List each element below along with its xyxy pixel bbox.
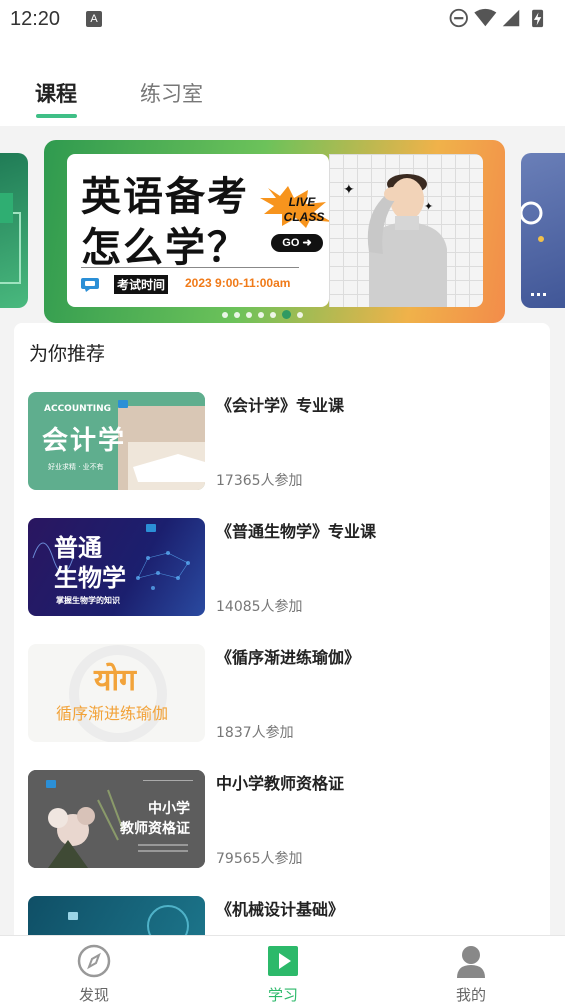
course-title: 中小学教师资格证 xyxy=(216,774,345,793)
thumb-caption: 好业求精 · 业不有 xyxy=(48,463,104,471)
nav-label: 我的 xyxy=(455,986,486,1004)
carousel-dot[interactable] xyxy=(246,311,252,318)
course-title: 《会计学》专业课 xyxy=(216,396,345,415)
live-text: LIVE xyxy=(289,195,317,209)
course-title: 《机械设计基础》 xyxy=(216,900,345,919)
thumb-subtitle: ACCOUNTING xyxy=(44,404,112,414)
compass-icon xyxy=(77,944,111,978)
carousel-dot-active[interactable] xyxy=(282,310,291,319)
nav-label: 发现 xyxy=(78,986,109,1004)
class-text: CLASS xyxy=(284,210,325,224)
tab-courses[interactable]: 课程 xyxy=(35,78,77,108)
carousel-dot[interactable] xyxy=(270,311,276,318)
live-class-badge: LIVE CLASS xyxy=(260,186,332,228)
signal-icon xyxy=(502,9,520,27)
thumb-subtitle: 循序渐进练瑜伽 xyxy=(56,704,169,723)
nav-mine[interactable]: 我的 xyxy=(431,944,511,1005)
course-item-accounting[interactable]: ACCOUNTING 会计学 好业求精 · 业不有 《会计学》专业课 17365… xyxy=(28,392,538,492)
banner-english-exam[interactable]: 英语备考 怎么学？ LIVE CLASS GO ➜ 考试时间 2023 9:00… xyxy=(44,140,505,323)
participant-count: 79565人参加 xyxy=(216,851,303,867)
course-thumbnail: योग 循序渐进练瑜伽 xyxy=(28,644,205,742)
thumb-caption: 掌握生物学的知识 xyxy=(56,596,120,605)
course-item-teacher-cert[interactable]: 中小学 教师资格证 中小学教师资格证 79565人参加 xyxy=(28,770,538,870)
tab-practice-room[interactable]: 练习室 xyxy=(140,78,203,108)
banner-headline-1: 英语备考 xyxy=(81,174,249,220)
banner-carousel[interactable]: 英语备考 怎么学？ LIVE CLASS GO ➜ 考试时间 2023 9:00… xyxy=(0,126,565,326)
thumb-title-line2: 生物学 xyxy=(54,564,126,592)
wifi-icon xyxy=(474,8,497,27)
status-bar: 12:20 A xyxy=(0,0,565,38)
carousel-dot[interactable] xyxy=(297,311,303,318)
svg-text:✦: ✦ xyxy=(424,200,433,213)
carousel-dot[interactable] xyxy=(258,311,264,318)
banner-prev-card[interactable] xyxy=(0,153,28,308)
exam-time-label: 考试时间 xyxy=(114,275,169,294)
banner-next-card[interactable] xyxy=(521,153,565,308)
exam-time-value: 2023 9:00-11:00am xyxy=(185,276,291,290)
participant-count: 14085人参加 xyxy=(216,599,303,615)
active-tab-indicator xyxy=(36,114,77,118)
recommend-section: 为你推荐 ACCOUNTING 会计学 好业求精 · 业不有 《会计学》专业课 … xyxy=(14,323,550,943)
notification-icon: A xyxy=(86,11,102,27)
course-title: 《循序渐进练瑜伽》 xyxy=(216,648,361,667)
recommend-title: 为你推荐 xyxy=(29,343,106,365)
status-icons xyxy=(449,8,544,28)
course-item-yoga[interactable]: योग 循序渐进练瑜伽 《循序渐进练瑜伽》 1837人参加 xyxy=(28,644,538,744)
course-title: 《普通生物学》专业课 xyxy=(216,522,377,541)
bottom-navigation: 发现 学习 我的 xyxy=(0,935,565,1005)
banner-next-art xyxy=(521,201,546,296)
thumb-title: 会计学 xyxy=(42,426,127,456)
banner-prev-art xyxy=(0,193,21,284)
banner-headline-2: 怎么学？ xyxy=(81,225,249,271)
user-icon xyxy=(457,946,485,978)
top-tab-bar: 课程 练习室 xyxy=(0,38,565,126)
nav-discover[interactable]: 发现 xyxy=(54,944,134,1005)
thumb-title: योग xyxy=(94,663,137,698)
banner-divider xyxy=(81,267,299,268)
go-button[interactable]: GO ➜ xyxy=(271,234,323,252)
banner-person-photo: ✦ ✦ xyxy=(329,154,483,307)
nav-study[interactable]: 学习 xyxy=(243,944,323,1005)
carousel-dot[interactable] xyxy=(222,311,228,318)
course-thumbnail: ACCOUNTING 会计学 好业求精 · 业不有 xyxy=(28,392,205,490)
participant-count: 1837人参加 xyxy=(216,725,294,741)
course-thumbnail: 普通 生物学 掌握生物学的知识 xyxy=(28,518,205,616)
banner-text-panel: 英语备考 怎么学？ LIVE CLASS GO ➜ 考试时间 2023 9:00… xyxy=(67,154,332,307)
course-item-biology[interactable]: 普通 生物学 掌握生物学的知识 《普通生物学》专业课 14085人参加 xyxy=(28,518,538,618)
status-time: 12:20 xyxy=(10,8,61,30)
thumb-title-line2: 教师资格证 xyxy=(120,821,190,837)
course-thumbnail: 中小学 教师资格证 xyxy=(28,770,205,868)
nav-label: 学习 xyxy=(267,986,298,1004)
svg-text:✦: ✦ xyxy=(343,182,355,198)
carousel-dots xyxy=(222,304,309,319)
carousel-dot[interactable] xyxy=(234,311,240,318)
play-icon xyxy=(268,946,298,976)
thumb-title-line1: 中小学 xyxy=(148,801,190,817)
participant-count: 17365人参加 xyxy=(216,473,303,489)
chat-logo-icon xyxy=(81,278,99,292)
